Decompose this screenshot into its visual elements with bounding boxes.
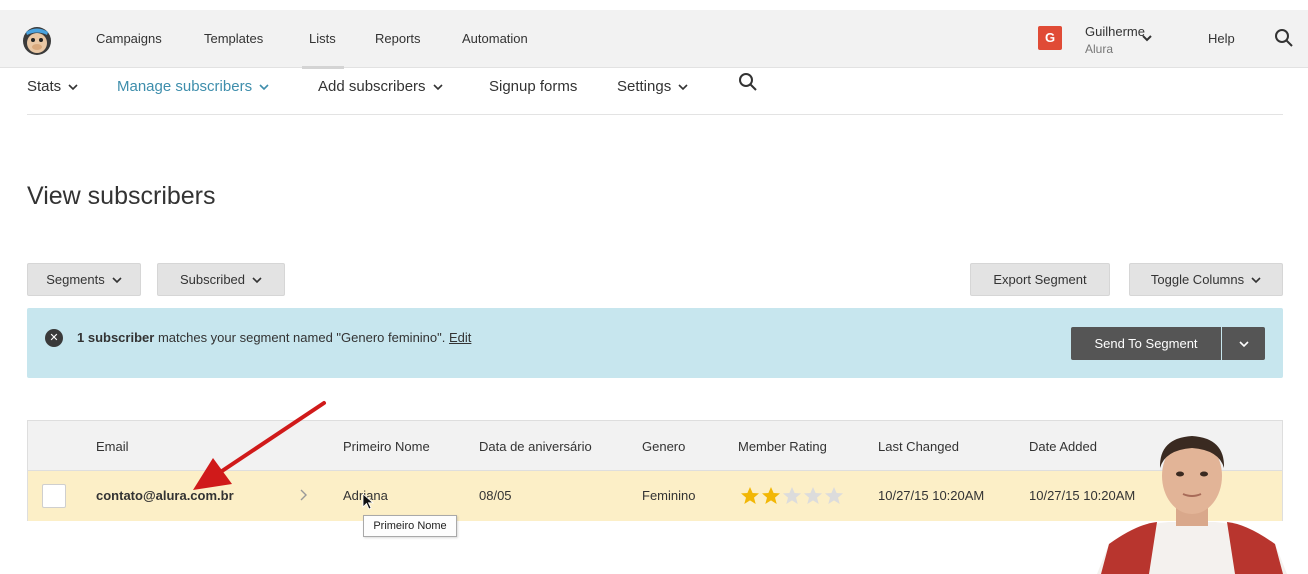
column-header-email[interactable]: Email [96, 439, 129, 454]
star-empty-icon [783, 487, 801, 504]
nav-templates[interactable]: Templates [204, 31, 263, 46]
subnav-settings-label: Settings [617, 78, 672, 95]
subnav-manage-subscribers[interactable]: Manage subscribers [117, 78, 269, 95]
row-checkbox[interactable] [42, 484, 66, 508]
subnav-signup-forms[interactable]: Signup forms [489, 78, 577, 95]
presenter-webcam-overlay [1097, 436, 1287, 574]
column-header-genero[interactable]: Genero [642, 439, 685, 454]
banner-count: 1 subscriber [77, 330, 155, 345]
table-row[interactable]: contato@alura.com.br Adriana 08/05 Femin… [28, 471, 1282, 521]
chevron-down-icon [432, 83, 443, 90]
star-filled-icon [741, 487, 759, 504]
subscribers-table: Email Primeiro Nome Data de aniversário … [27, 420, 1283, 521]
segments-dropdown-button[interactable]: Segments [27, 263, 141, 296]
chevron-down-icon [1251, 276, 1261, 283]
chevron-down-icon [678, 83, 688, 90]
send-to-segment-button[interactable]: Send To Segment [1071, 327, 1221, 360]
subnav-signup-forms-label: Signup forms [489, 78, 578, 95]
search-icon[interactable] [738, 72, 758, 92]
table-header: Email Primeiro Nome Data de aniversário … [28, 421, 1282, 471]
mouse-cursor-icon [362, 493, 374, 510]
subnav-stats[interactable]: Stats [27, 78, 78, 95]
toggle-columns-label: Toggle Columns [1150, 272, 1245, 287]
help-link[interactable]: Help [1208, 31, 1235, 46]
nav-automation[interactable]: Automation [462, 31, 528, 46]
user-name[interactable]: Guilherme [1085, 24, 1145, 39]
send-options-button[interactable] [1222, 327, 1265, 360]
subnav-stats-label: Stats [27, 78, 62, 95]
nav-reports[interactable]: Reports [375, 31, 421, 46]
export-segment-label: Export Segment [993, 272, 1087, 287]
cell-data-aniversario: 08/05 [479, 488, 512, 503]
cell-last-changed: 10/27/15 10:20AM [878, 488, 985, 503]
mailchimp-logo-icon[interactable] [20, 23, 54, 57]
chevron-down-icon[interactable] [1141, 33, 1153, 43]
subscribed-dropdown-button[interactable]: Subscribed [157, 263, 285, 296]
search-icon[interactable] [1274, 28, 1294, 48]
subnav-add-subscribers-label: Add subscribers [318, 78, 426, 95]
column-header-primeiro-nome[interactable]: Primeiro Nome [343, 439, 430, 454]
banner-message: 1 subscriber matches your segment named … [77, 330, 471, 345]
member-rating-stars [740, 486, 844, 505]
cell-genero: Feminino [642, 488, 696, 503]
column-header-date-added[interactable]: Date Added [1029, 439, 1097, 454]
subnav-manage-subscribers-label: Manage subscribers [117, 78, 253, 95]
top-navigation-bar: Campaigns Templates Lists Reports Automa… [0, 10, 1308, 69]
user-avatar[interactable]: G [1038, 26, 1062, 50]
star-empty-icon [804, 487, 822, 504]
nav-campaigns[interactable]: Campaigns [96, 31, 162, 46]
column-header-last-changed[interactable]: Last Changed [878, 439, 959, 454]
tooltip: Primeiro Nome [363, 515, 457, 537]
chevron-right-icon[interactable] [298, 488, 308, 502]
star-empty-icon [825, 487, 843, 504]
close-icon[interactable]: ✕ [45, 329, 63, 347]
cell-email[interactable]: contato@alura.com.br [96, 488, 234, 503]
page-title: View subscribers [27, 182, 216, 210]
chevron-down-icon [252, 276, 262, 283]
star-filled-icon [762, 487, 780, 504]
subnav-add-subscribers[interactable]: Add subscribers [318, 78, 443, 95]
export-segment-button[interactable]: Export Segment [970, 263, 1110, 296]
chevron-down-icon [259, 83, 269, 90]
toggle-columns-button[interactable]: Toggle Columns [1129, 263, 1283, 296]
segments-label: Segments [46, 272, 105, 287]
subscribed-label: Subscribed [179, 272, 246, 287]
column-header-data-aniversario[interactable]: Data de aniversário [479, 439, 592, 454]
user-org: Alura [1085, 42, 1114, 56]
chevron-down-icon [112, 276, 122, 283]
chevron-down-icon [1238, 340, 1249, 347]
divider [27, 114, 1283, 115]
column-header-member-rating[interactable]: Member Rating [738, 439, 827, 454]
banner-message-text: matches your segment named "Genero femin… [154, 330, 449, 345]
chevron-down-icon [68, 83, 78, 90]
nav-active-indicator [302, 66, 344, 69]
edit-segment-link[interactable]: Edit [449, 330, 471, 345]
segment-match-banner: ✕ 1 subscriber matches your segment name… [27, 308, 1283, 378]
nav-lists[interactable]: Lists [309, 31, 336, 46]
subnav-settings[interactable]: Settings [617, 78, 688, 95]
